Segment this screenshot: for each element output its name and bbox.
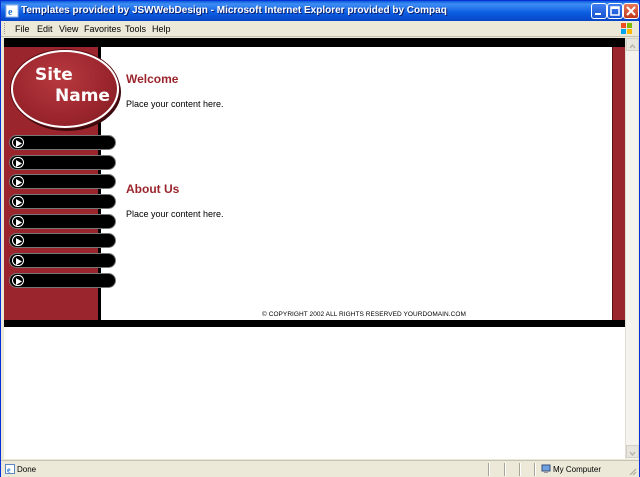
close-icon [626, 6, 636, 16]
ie-icon: e [5, 4, 19, 18]
minimize-icon [595, 13, 601, 15]
play-arrow-icon [16, 238, 22, 245]
nav-button[interactable] [9, 233, 116, 248]
footer-bar [4, 320, 625, 327]
page-done-icon: e [5, 464, 15, 474]
play-arrow-icon [16, 278, 22, 285]
svg-text:e: e [8, 7, 13, 18]
play-arrow-icon [16, 219, 22, 226]
browser-window: e Templates provided by JSWWebDesign - M… [0, 0, 640, 477]
my-computer-icon [541, 464, 551, 473]
title-bar[interactable]: e Templates provided by JSWWebDesign - M… [1, 1, 639, 21]
nav-button[interactable] [9, 135, 116, 150]
site-logo[interactable]: Site Name [11, 50, 119, 128]
maximize-button[interactable] [607, 3, 623, 19]
welcome-heading: Welcome [126, 72, 179, 86]
play-arrow-icon [16, 140, 22, 147]
down-arrow-icon [629, 451, 636, 457]
status-bar: e Done My Computer [1, 460, 639, 477]
vertical-scrollbar[interactable] [625, 38, 639, 459]
scroll-down-button[interactable] [626, 445, 639, 458]
welcome-text: Place your content here. [126, 99, 224, 109]
play-arrow-icon [16, 179, 22, 186]
toolbar-grip[interactable] [4, 23, 7, 34]
menu-bar: File Edit View Favorites Tools Help [1, 21, 639, 37]
nav-button[interactable] [9, 194, 116, 209]
nav-button[interactable] [9, 174, 116, 189]
play-arrow-icon [16, 258, 22, 265]
logo-line-1: Site [35, 65, 73, 85]
play-arrow-icon [16, 199, 22, 206]
right-border-column [612, 47, 625, 320]
maximize-icon [610, 6, 620, 16]
menu-help[interactable]: Help [152, 24, 171, 34]
play-arrow-icon [16, 160, 22, 167]
menu-view[interactable]: View [59, 24, 78, 34]
windows-logo-icon [621, 23, 632, 34]
menu-file[interactable]: File [15, 24, 30, 34]
copyright-text: © COPYRIGHT 2002 ALL RIGHTS RESERVED YOU… [262, 311, 466, 318]
logo-line-2: Name [55, 86, 110, 106]
nav-button[interactable] [9, 253, 116, 268]
resize-grip-icon[interactable] [627, 466, 637, 476]
menu-tools[interactable]: Tools [125, 24, 146, 34]
page-viewport: Site Name Welcome Place your content her… [4, 38, 625, 459]
header-bar [4, 38, 625, 47]
menu-favorites[interactable]: Favorites [84, 24, 121, 34]
close-button[interactable] [623, 3, 639, 19]
status-text: Done [17, 465, 37, 474]
security-zone-text: My Computer [553, 465, 602, 474]
svg-text:e: e [7, 466, 11, 475]
minimize-button[interactable] [591, 3, 607, 19]
about-text: Place your content here. [126, 209, 224, 219]
about-heading: About Us [126, 182, 180, 196]
up-arrow-icon [629, 43, 636, 49]
scroll-up-button[interactable] [626, 38, 639, 51]
nav-button[interactable] [9, 273, 116, 288]
window-title: Templates provided by JSWWebDesign - Mic… [21, 5, 447, 16]
nav-button[interactable] [9, 214, 116, 229]
menu-edit[interactable]: Edit [37, 24, 53, 34]
nav-button[interactable] [9, 155, 116, 170]
